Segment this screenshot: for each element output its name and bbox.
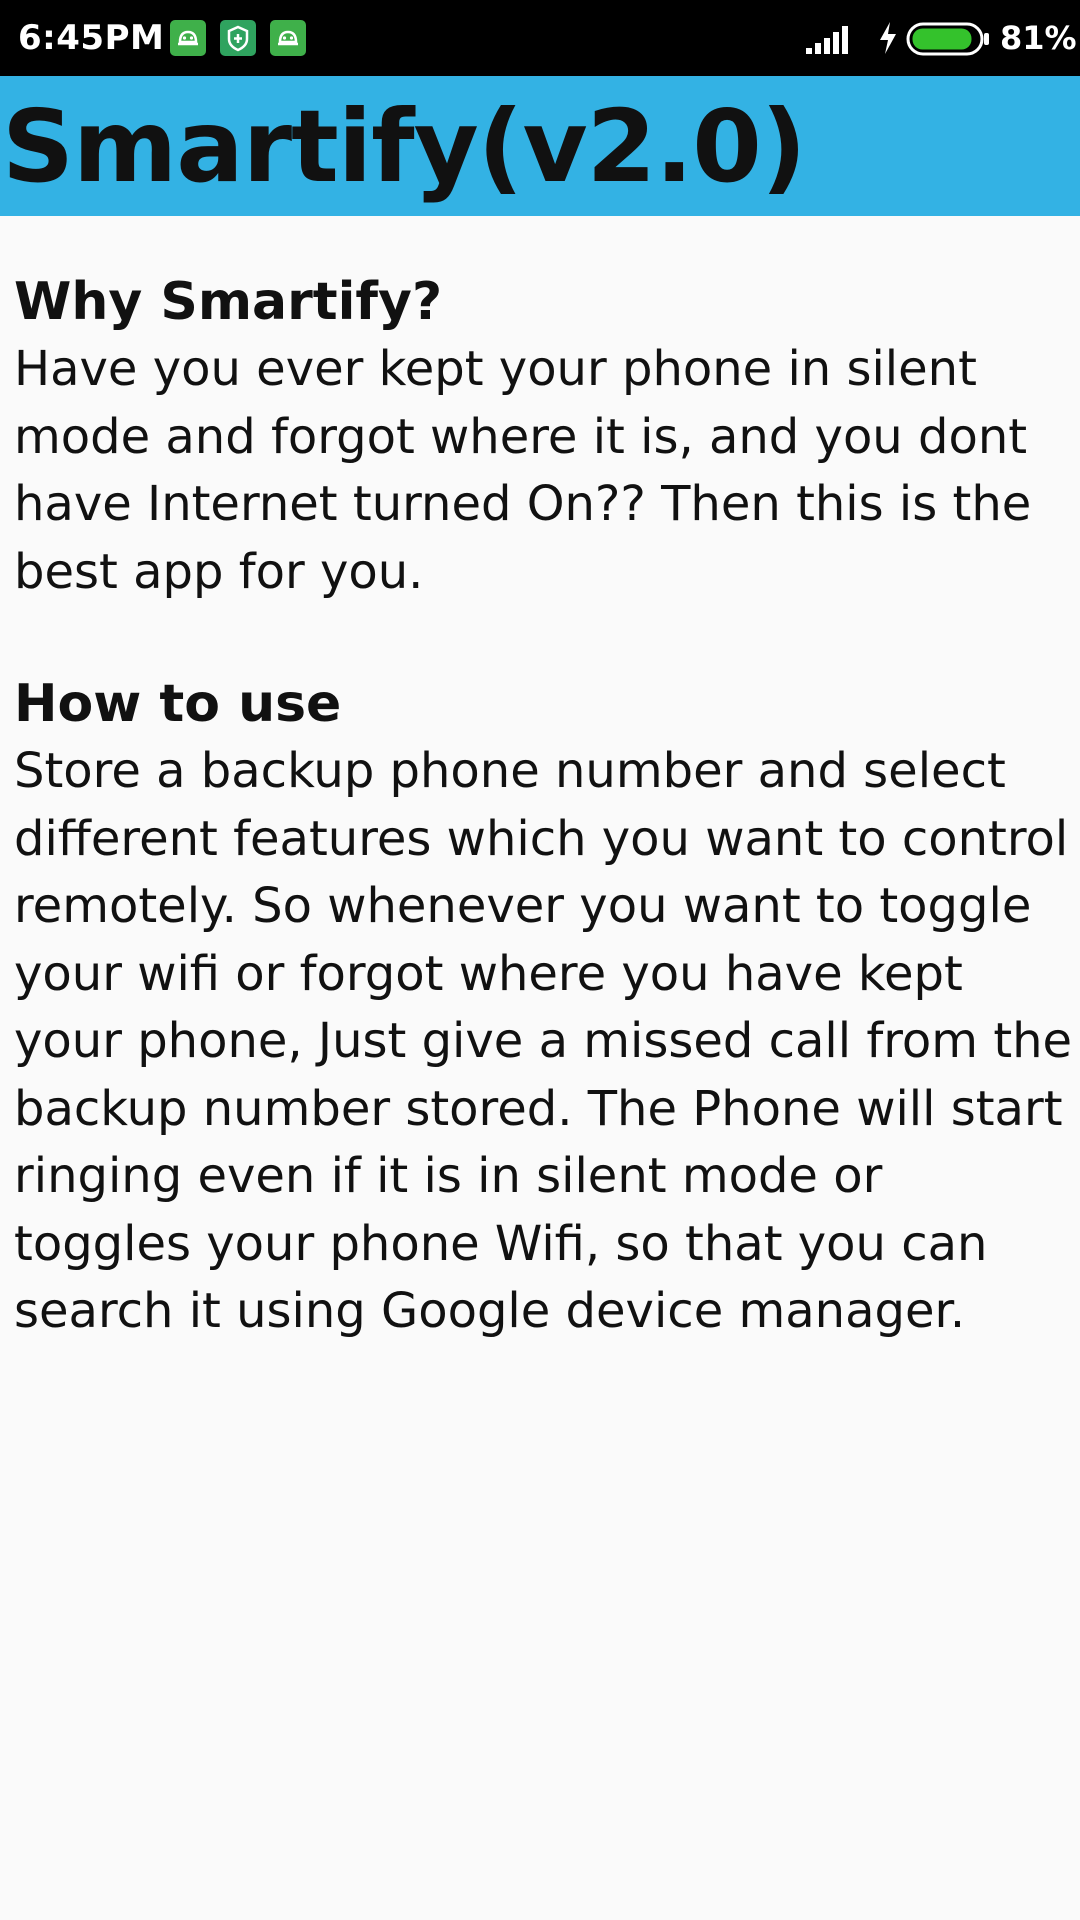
status-bar: 6:45PM 81% bbox=[0, 0, 1080, 76]
section-body: Store a backup phone number and select d… bbox=[14, 743, 1073, 1339]
signal-icon bbox=[806, 24, 854, 54]
android-notification-icon bbox=[270, 20, 306, 56]
status-time: 6:45PM bbox=[18, 18, 165, 58]
battery-icon bbox=[906, 22, 992, 56]
section-body: Have you ever kept your phone in silent … bbox=[14, 341, 1032, 600]
shield-notification-icon bbox=[220, 20, 256, 56]
section-why-smartify: Why Smartify? Have you ever kept your ph… bbox=[14, 268, 1074, 606]
battery-percentage: 81% bbox=[1000, 19, 1077, 57]
section-heading: Why Smartify? bbox=[14, 272, 443, 332]
section-how-to-use: How to use Store a backup phone number a… bbox=[14, 670, 1074, 1346]
app-title: Smartify(v2.0) bbox=[2, 88, 807, 205]
section-heading: How to use bbox=[14, 674, 342, 734]
charging-icon bbox=[876, 20, 900, 56]
android-notification-icon bbox=[170, 20, 206, 56]
app-bar: Smartify(v2.0) bbox=[0, 76, 1080, 216]
